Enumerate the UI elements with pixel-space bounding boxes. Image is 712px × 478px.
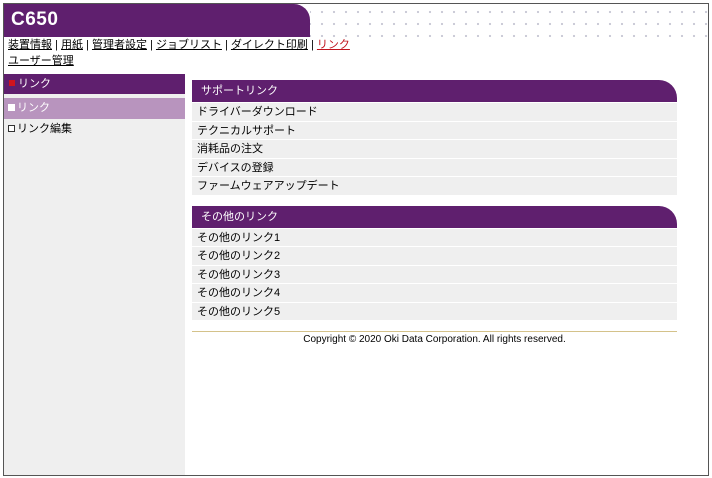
nav-device-info[interactable]: 装置情報 [8,39,52,51]
link-other-4[interactable]: その他のリンク4 [192,283,677,302]
nav-paper[interactable]: 用紙 [61,39,83,51]
support-links-section: サポートリンク ドライバーダウンロード テクニカルサポート 消耗品の注文 デバイ… [192,80,677,195]
sidebar-item-links[interactable]: リンク [4,98,185,119]
link-driver-download[interactable]: ドライバーダウンロード [192,102,677,121]
sidebar-item-label: リンク編集 [17,123,72,135]
main-content: サポートリンク ドライバーダウンロード テクニカルサポート 消耗品の注文 デバイ… [192,80,677,345]
nav-job-list[interactable]: ジョブリスト [156,39,222,51]
nav-separator: | [146,39,156,51]
bullet-icon [9,80,15,86]
nav-separator: | [82,39,92,51]
link-other-3[interactable]: その他のリンク3 [192,264,677,283]
link-firmware-update[interactable]: ファームウェアアップデート [192,176,677,195]
link-supplies-order[interactable]: 消耗品の注文 [192,139,677,158]
top-navigation: 装置情報 | 用紙 | 管理者設定 | ジョブリスト | ダイレクト印刷 | リ… [8,38,350,68]
nav-user-management[interactable]: ユーザー管理 [8,54,350,68]
browser-frame: C650 装置情報 | 用紙 | 管理者設定 | ジョブリスト | ダイレクト印… [3,3,709,476]
other-links-section: その他のリンク その他のリンク1 その他のリンク2 その他のリンク3 その他のリ… [192,205,677,320]
nav-separator: | [221,39,231,51]
square-bullet-icon [8,104,15,111]
link-other-2[interactable]: その他のリンク2 [192,246,677,265]
header-dot-pattern [310,4,708,37]
header-bar: C650 [4,4,310,37]
nav-links[interactable]: リンク [317,39,350,51]
sidebar: リンク リンク リンク編集 [4,74,185,475]
section-title: その他のリンク [192,205,677,228]
nav-admin-settings[interactable]: 管理者設定 [92,39,147,51]
section-title: サポートリンク [192,80,677,102]
square-bullet-icon [8,125,15,132]
link-other-5[interactable]: その他のリンク5 [192,301,677,320]
printer-model-title: C650 [11,9,59,30]
link-technical-support[interactable]: テクニカルサポート [192,120,677,139]
nav-separator: | [52,39,61,51]
sidebar-header-label: リンク [18,78,51,90]
link-device-registration[interactable]: デバイスの登録 [192,157,677,176]
sidebar-item-link-edit[interactable]: リンク編集 [4,119,185,140]
copyright-text: Copyright © 2020 Oki Data Corporation. A… [303,334,566,345]
nav-direct-print[interactable]: ダイレクト印刷 [231,39,308,51]
nav-separator: | [307,39,317,51]
sidebar-item-label: リンク [17,102,50,114]
link-other-1[interactable]: その他のリンク1 [192,227,677,246]
sidebar-header: リンク [4,74,185,94]
